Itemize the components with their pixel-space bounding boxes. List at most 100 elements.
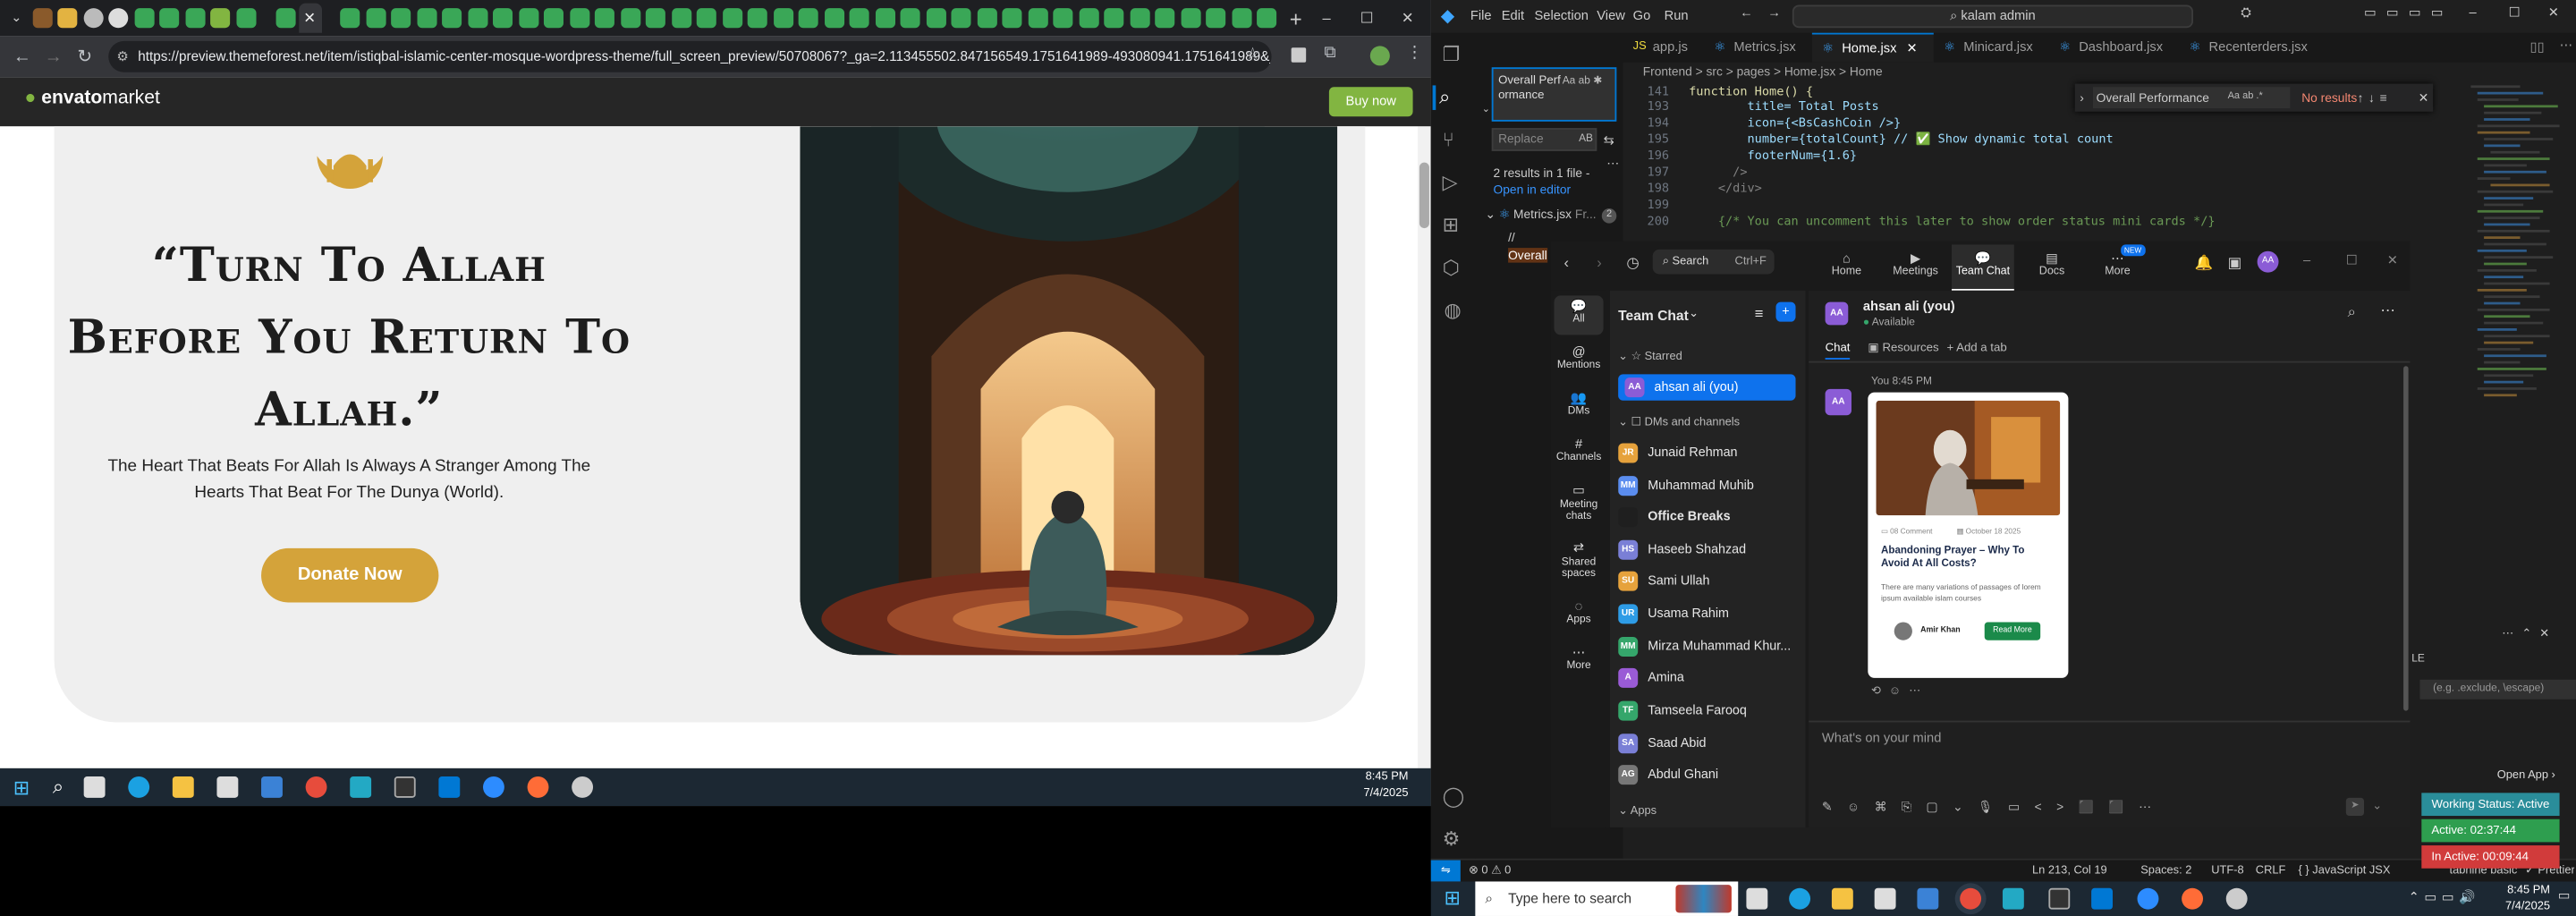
encoding[interactable]: UTF-8 — [2211, 861, 2243, 882]
command-center[interactable]: ⌕ kalam admin — [1792, 4, 2193, 29]
menu-view[interactable]: View — [1597, 8, 1625, 23]
mail-icon[interactable] — [260, 776, 283, 798]
panel-actions[interactable]: ⋯⌃✕ — [2502, 627, 2557, 640]
close-icon[interactable]: ✕ — [1906, 41, 1917, 56]
edge-icon[interactable] — [1789, 887, 1811, 910]
bell-icon[interactable]: 🔔 — [2195, 254, 2214, 272]
menu-run[interactable]: Run — [1665, 8, 1689, 23]
rail-mentions[interactable]: @ Mentions — [1555, 344, 1604, 370]
app2-icon[interactable] — [571, 776, 593, 798]
system-tray-icons[interactable]: ⌃▭▭🔊 — [2409, 890, 2480, 905]
tab-favicon[interactable] — [1104, 8, 1124, 29]
tab-favicon[interactable] — [594, 8, 614, 29]
postman-icon[interactable] — [2182, 887, 2204, 910]
file-explorer-icon[interactable] — [172, 776, 194, 798]
source-control-icon[interactable]: ⑂ — [1443, 128, 1454, 151]
menu-edit[interactable]: Edit — [1502, 8, 1524, 23]
chat-item-self[interactable]: AA ahsan ali (you) — [1618, 374, 1796, 401]
list-item[interactable]: A Amina — [1618, 663, 1799, 691]
task-view-icon[interactable] — [83, 776, 106, 798]
result-match[interactable]: // — [1508, 230, 1515, 245]
tab-favicon[interactable] — [159, 8, 180, 29]
window-icon[interactable]: ▣ — [2228, 254, 2242, 272]
rail-apps[interactable]: ◌ Apps — [1555, 599, 1604, 625]
tab-dashboard[interactable]: ⚛ Dashboard.jsx — [2049, 33, 2179, 63]
remote-icon[interactable]: ⬡ — [1443, 256, 1460, 279]
rail-shared-spaces[interactable]: ⇄ Shared spaces — [1555, 540, 1604, 580]
tab-favicon[interactable] — [365, 8, 386, 29]
indentation[interactable]: Spaces: 2 — [2140, 861, 2191, 882]
reload-icon[interactable]: ↻ — [77, 46, 92, 67]
nav-team-chat[interactable]: 💬 Team Chat — [1951, 244, 2014, 291]
rail-more[interactable]: ⋯ More — [1555, 645, 1604, 671]
windows-start-icon[interactable]: ⊞ — [1444, 886, 1460, 910]
clock[interactable]: 8:45 PM 7/4/2025 — [1363, 770, 1408, 803]
edge-icon[interactable] — [127, 776, 149, 798]
forward-icon[interactable]: → — [1767, 5, 1781, 21]
address-bar[interactable]: ⚙ https://preview.themeforest.net/item/i… — [108, 40, 1272, 72]
tab-favicon[interactable] — [951, 8, 971, 29]
message-actions[interactable]: ⟲☺⋯ — [1871, 684, 1928, 698]
add-tab-button[interactable]: + Add a tab — [1946, 340, 2006, 355]
tab-resources[interactable]: ▣ Resources — [1868, 340, 1938, 355]
nav-docs[interactable]: ▤ Docs — [2027, 251, 2076, 277]
tab-favicon[interactable] — [645, 8, 665, 29]
tab-favicon[interactable] — [1053, 8, 1073, 29]
new-tab-button[interactable]: + — [1290, 5, 1302, 30]
nav-home[interactable]: ⌂ Home — [1822, 251, 1871, 277]
starred-header[interactable]: ⌄ ☆ Starred — [1618, 350, 1682, 363]
search-options-icons[interactable]: Aa ab ✱ — [1563, 74, 1603, 89]
list-item[interactable]: JR Junaid Rehman — [1618, 438, 1799, 466]
collapse-icon[interactable]: ⌄ — [1482, 104, 1490, 114]
minimize-button[interactable]: – — [2470, 5, 2477, 21]
extensions-puzzle-icon[interactable]: ⧉ — [1324, 45, 1335, 63]
windows-start-icon[interactable]: ⊞ — [13, 776, 30, 799]
site-info-icon[interactable]: ⚙ — [116, 41, 129, 72]
zoom-search[interactable]: ⌕ Search Ctrl+F — [1652, 249, 1775, 275]
rail-meeting-chats[interactable]: ▭ Meeting chats — [1555, 483, 1604, 522]
tabnine-icon[interactable]: ◍ — [1444, 299, 1461, 322]
extension-icon[interactable] — [1291, 47, 1307, 63]
send-button[interactable]: ➤ — [2345, 797, 2365, 817]
postman-icon[interactable] — [527, 776, 549, 798]
maximize-button[interactable]: ☐ — [1360, 9, 1374, 27]
tab-chat[interactable]: Chat — [1825, 340, 1851, 360]
more-icon[interactable]: ⋯ — [2380, 302, 2395, 320]
forward-icon[interactable]: → — [45, 47, 63, 66]
chat-scrollbar[interactable] — [2403, 366, 2409, 711]
chrome-menu-icon[interactable]: ⋮ — [1406, 45, 1422, 63]
dms-header[interactable]: ⌄ ☐ DMs and channels — [1618, 415, 1740, 428]
account-icon[interactable]: ◯ — [1443, 785, 1465, 808]
terminal-icon[interactable] — [394, 776, 416, 798]
zoom-icon[interactable] — [482, 776, 504, 798]
tab-favicon[interactable] — [57, 8, 78, 29]
search-input[interactable]: Overall Performance Aa ab ✱ — [1491, 67, 1617, 122]
breadcrumb[interactable]: Frontend > src > pages > Home.jsx > Home — [1623, 63, 2576, 82]
tab-favicon[interactable] — [849, 8, 869, 29]
tab-favicon[interactable] — [133, 8, 154, 29]
tab-search-icon[interactable]: ⌄ — [6, 8, 26, 28]
copilot-icon[interactable]: ⛭ — [2241, 5, 2251, 21]
list-item[interactable]: TF Tamseela Farooq — [1618, 696, 1799, 724]
minimize-button[interactable]: – — [2303, 253, 2310, 268]
layout-icons[interactable]: ▭▭▭▭ — [2364, 5, 2453, 21]
tab-favicon[interactable] — [569, 8, 589, 29]
nav-more[interactable]: ⋯ More NEW — [2093, 244, 2145, 277]
list-item[interactable]: SU Sami Ullah — [1618, 566, 1799, 594]
tab-home[interactable]: ⚛ Home.jsx ✕ — [1812, 32, 1935, 63]
tab-favicon[interactable] — [671, 8, 691, 29]
more-actions-icon[interactable]: ⋯ — [2560, 38, 2573, 53]
new-chat-button[interactable]: + — [1775, 301, 1796, 322]
envato-logo[interactable]: ● envatomarket — [25, 89, 160, 108]
list-item[interactable]: AG Abdul Ghani — [1618, 760, 1799, 788]
store-icon[interactable] — [216, 776, 238, 798]
tab-favicon[interactable] — [82, 8, 103, 29]
avatar[interactable]: AA — [2257, 250, 2279, 273]
tab-favicon[interactable] — [1078, 8, 1098, 29]
rail-channels[interactable]: # Channels — [1555, 437, 1604, 462]
maximize-button[interactable]: ☐ — [2509, 5, 2521, 21]
tab-favicon[interactable] — [1206, 8, 1226, 29]
problems-indicator[interactable]: ⊗ 0 ⚠ 0 — [1469, 861, 1511, 882]
close-icon[interactable]: ✕ — [2419, 84, 2429, 112]
app-icon[interactable] — [2002, 887, 2024, 910]
